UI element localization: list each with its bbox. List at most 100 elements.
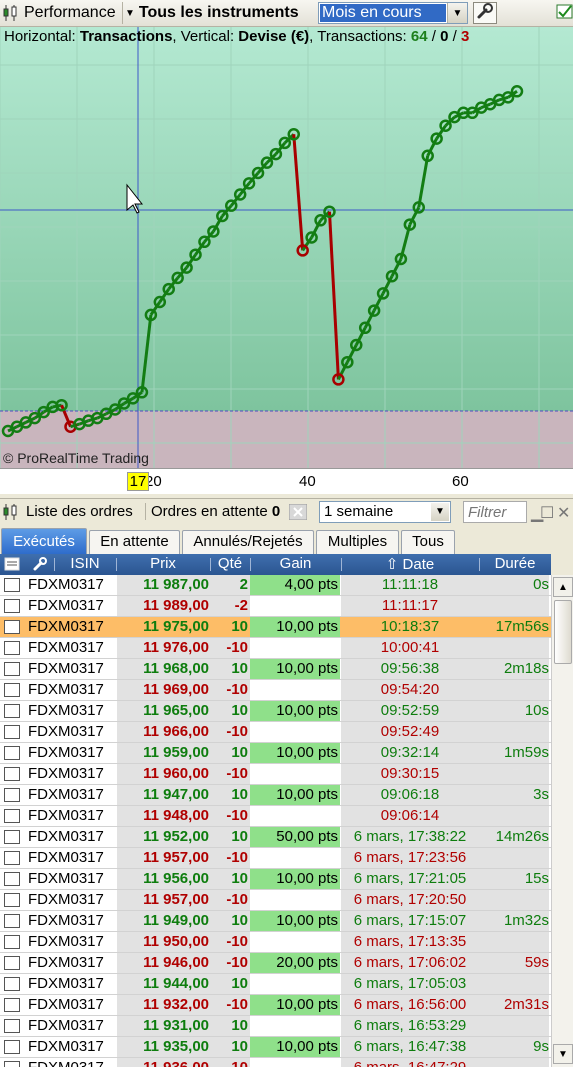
order-detail-icon[interactable]	[4, 977, 20, 991]
table-row[interactable]: FDXM0317 11 966,00 -10 09:52:49	[0, 722, 551, 743]
order-detail-icon[interactable]	[4, 1040, 20, 1054]
tab-en-attente[interactable]: En attente	[89, 530, 180, 554]
table-row[interactable]: FDXM0317 11 960,00 -10 09:30:15	[0, 764, 551, 785]
order-detail-icon[interactable]	[4, 746, 20, 760]
order-detail-icon[interactable]	[4, 599, 20, 613]
order-detail-icon[interactable]	[4, 809, 20, 823]
tab-tous[interactable]: Tous	[401, 530, 455, 554]
table-row[interactable]: FDXM0317 11 969,00 -10 09:54:20	[0, 680, 551, 701]
table-row[interactable]: FDXM0317 11 936,00-10 6 mars, 16:47:29	[0, 1058, 551, 1067]
table-row[interactable]: FDXM0317 11 957,00 -10 6 mars, 17:20:50	[0, 890, 551, 911]
order-detail-icon[interactable]	[4, 893, 20, 907]
order-detail-icon[interactable]	[4, 620, 20, 634]
close-pending-icon[interactable]	[288, 503, 308, 524]
chevron-down-icon[interactable]: ▼	[431, 503, 449, 521]
period-value: Mois en cours	[320, 4, 446, 22]
table-row[interactable]: FDXM0317 11 949,00 10 10,00 pts 6 mars, 17:1…	[0, 911, 551, 932]
order-detail-icon[interactable]	[4, 578, 20, 592]
cell-date: 6 mars, 17:13:35	[353, 933, 467, 950]
order-detail-icon[interactable]	[4, 662, 20, 676]
order-detail-icon[interactable]	[4, 830, 20, 844]
period-select[interactable]: Mois en cours ▼	[318, 2, 468, 24]
cell-qte: 10	[231, 618, 248, 635]
top-toolbar: Performance ▼ Tous les instruments Mois …	[0, 0, 573, 27]
table-row[interactable]: FDXM0317 11 944,00 10 6 mars, 17:05:03	[0, 974, 551, 995]
maximize-icon[interactable]: ☐	[540, 503, 554, 523]
scroll-down-icon[interactable]: ▼	[553, 1044, 573, 1064]
checkbox-toggle[interactable]	[556, 2, 573, 24]
wrench-icon[interactable]	[32, 556, 48, 576]
cell-qte: 10	[231, 1038, 248, 1055]
performance-button[interactable]: Performance	[0, 2, 118, 24]
order-detail-icon[interactable]	[4, 872, 20, 886]
tab-executes[interactable]: Exécutés	[1, 528, 87, 554]
order-detail-icon[interactable]	[4, 1061, 20, 1067]
column-header-qte[interactable]: Qté	[210, 555, 250, 572]
table-row[interactable]: FDXM0317 11 952,00 10 50,00 pts 6 mars, 17:3…	[0, 827, 551, 848]
x-axis: 20 40 60 17	[0, 468, 573, 494]
tab-multiples[interactable]: Multiples	[316, 530, 399, 554]
column-header-prix[interactable]: Prix	[116, 555, 210, 572]
scroll-up-icon[interactable]: ▲	[553, 577, 573, 597]
order-detail-icon[interactable]	[4, 914, 20, 928]
close-icon[interactable]: ✕	[557, 503, 570, 523]
table-header: ISIN Prix Qté Gain ⇧ Date Durée	[0, 554, 551, 575]
cell-isin: FDXM0317	[28, 1038, 104, 1055]
cell-duree: 17m56s	[495, 618, 549, 635]
table-row[interactable]: FDXM0317 11 968,00 10 10,00 pts 09:56:38 2m18…	[0, 659, 551, 680]
table-row[interactable]: FDXM0317 11 948,00 -10 09:06:14	[0, 806, 551, 827]
order-detail-icon[interactable]	[4, 935, 20, 949]
table-row[interactable]: FDXM0317 11 987,00 2 4,00 pts 11:11:18 0s	[0, 575, 551, 596]
order-detail-icon[interactable]	[4, 998, 20, 1012]
cell-gain: 10,00 pts	[250, 743, 340, 763]
order-detail-icon[interactable]	[4, 1019, 20, 1033]
wrench-icon	[476, 2, 494, 25]
settings-button[interactable]	[473, 2, 497, 24]
scrollbar-thumb[interactable]	[554, 600, 572, 664]
table-row[interactable]: FDXM0317 11 931,00 10 6 mars, 16:53:29	[0, 1016, 551, 1037]
order-detail-icon[interactable]	[4, 641, 20, 655]
table-row[interactable]: FDXM0317 11 947,00 10 10,00 pts 09:06:18 3s	[0, 785, 551, 806]
column-header-isin[interactable]: ISIN	[54, 555, 116, 572]
order-detail-icon[interactable]	[4, 704, 20, 718]
table-row[interactable]: FDXM0317 11 957,00 -10 6 mars, 17:23:56	[0, 848, 551, 869]
table-row[interactable]: FDXM0317 11 959,00 10 10,00 pts 09:32:14 1m59…	[0, 743, 551, 764]
instruments-dropdown[interactable]: ▼ Tous les instruments	[122, 2, 308, 24]
table-row[interactable]: FDXM0317 11 956,00 10 10,00 pts 6 mars, 17:2…	[0, 869, 551, 890]
table-row[interactable]: FDXM0317 11 932,00 -10 10,00 pts 6 mars, 16:…	[0, 995, 551, 1016]
pending-orders-button[interactable]: Ordres en attente 0	[145, 503, 280, 520]
order-detail-icon[interactable]	[4, 725, 20, 739]
cell-qte: 10	[231, 828, 248, 845]
table-row[interactable]: FDXM0317 11 965,00 10 10,00 pts 09:52:59 10s	[0, 701, 551, 722]
range-select[interactable]: 1 semaine ▼	[319, 501, 451, 523]
filter-input[interactable]	[463, 501, 527, 523]
cell-qte: -10	[226, 954, 248, 971]
cell-isin: FDXM0317	[28, 1059, 104, 1067]
cell-prix: 11 949,00	[143, 912, 209, 929]
cell-duree: 2m31s	[503, 996, 549, 1013]
column-header-duree[interactable]: Durée	[479, 555, 551, 572]
order-detail-icon[interactable]	[4, 851, 20, 865]
order-detail-icon[interactable]	[4, 683, 20, 697]
table-row[interactable]: FDXM0317 11 946,00 -10 20,00 pts 6 mars, 17:…	[0, 953, 551, 974]
cell-prix: 11 936,00	[117, 1059, 209, 1067]
performance-chart[interactable]: Horizontal: Transactions, Vertical: Devi…	[0, 27, 573, 468]
cell-date: 10:00:41	[380, 639, 440, 656]
table-row[interactable]: FDXM0317 11 950,00 -10 6 mars, 17:13:35	[0, 932, 551, 953]
chevron-down-icon[interactable]: ▼	[447, 3, 467, 23]
order-detail-icon[interactable]	[4, 956, 20, 970]
order-detail-icon[interactable]	[4, 788, 20, 802]
cell-gain: 4,00 pts	[250, 575, 340, 595]
tab-annules-rejetes[interactable]: Annulés/Rejetés	[182, 530, 314, 554]
table-scrollbar[interactable]: ▲ ▼	[551, 575, 573, 1067]
cell-date: 09:54:20	[380, 681, 440, 698]
table-row[interactable]: FDXM0317 11 976,00 -10 10:00:41	[0, 638, 551, 659]
cell-prix: 11 965,00	[143, 702, 209, 719]
table-row[interactable]: FDXM0317 11 975,00 10 10,00 pts 10:18:37 17m5…	[0, 617, 551, 638]
column-header-gain[interactable]: Gain	[250, 555, 341, 572]
table-row[interactable]: FDXM0317 11 989,00 -2 11:11:17	[0, 596, 551, 617]
column-header-date[interactable]: ⇧ Date	[341, 555, 479, 573]
cell-isin: FDXM0317	[28, 681, 104, 698]
order-detail-icon[interactable]	[4, 767, 20, 781]
table-row[interactable]: FDXM0317 11 935,00 10 10,00 pts 6 mars, 16:4…	[0, 1037, 551, 1058]
